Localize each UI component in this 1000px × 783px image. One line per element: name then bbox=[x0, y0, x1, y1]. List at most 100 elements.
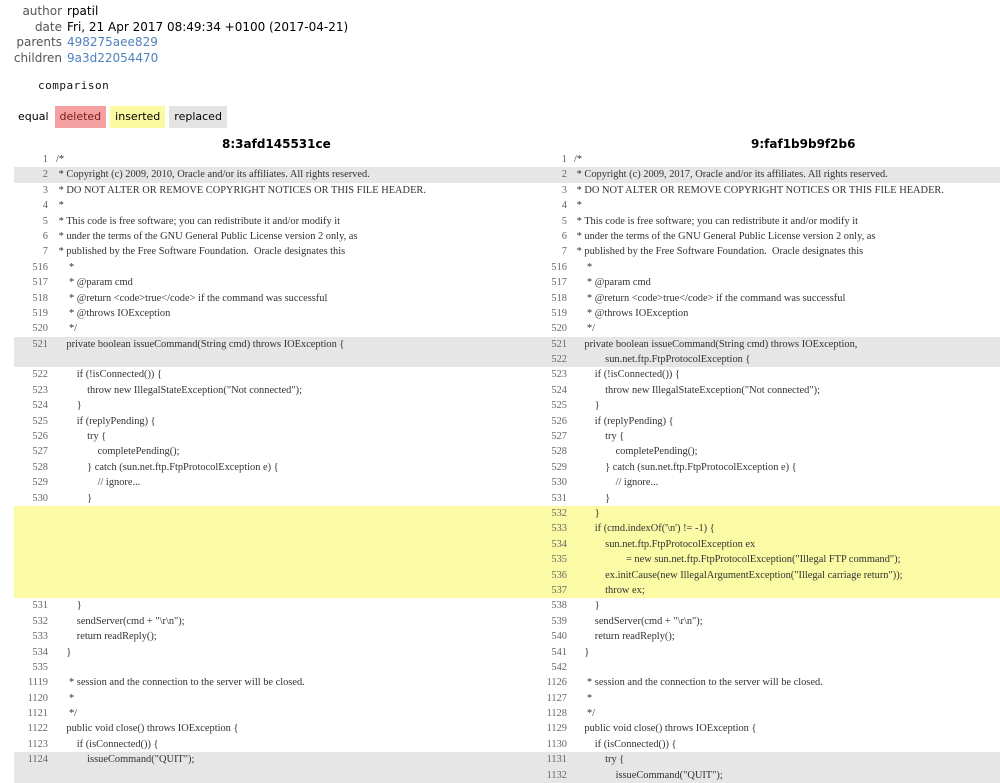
right-code-line: * session and the connection to the serv… bbox=[574, 677, 823, 689]
right-code-line: completePending(); bbox=[574, 446, 698, 458]
right-code-line: * bbox=[574, 692, 593, 704]
diff-row-equal: 516 * 516 * bbox=[14, 260, 1000, 275]
right-line-number: 521 bbox=[551, 338, 567, 350]
right-line-number: 538 bbox=[551, 600, 567, 612]
right-code-line: } bbox=[574, 400, 600, 412]
left-code-line: * DO NOT ALTER OR REMOVE COPYRIGHT NOTIC… bbox=[56, 184, 426, 196]
left-line-number: 5 bbox=[42, 215, 48, 227]
right-code-line: * under the terms of the GNU General Pub… bbox=[574, 230, 876, 242]
diff-row-equal: 519 * @throws IOException 519 * @throws I… bbox=[14, 306, 1000, 321]
child-changeset-link[interactable]: 9a3d22054470 bbox=[67, 51, 158, 65]
left-line-number: 522 bbox=[32, 369, 48, 381]
diff-row-replaced: 2 * Copyright (c) 2009, 2010, Oracle and… bbox=[14, 167, 1000, 183]
right-line-number: 539 bbox=[551, 615, 567, 627]
parents-row: parents 498275aee829 bbox=[0, 35, 348, 51]
right-code-line: private boolean issueCommand(String cmd)… bbox=[574, 338, 858, 350]
left-line-number bbox=[14, 537, 48, 552]
right-line-number: 531 bbox=[551, 492, 567, 504]
left-code-line: } bbox=[56, 600, 82, 612]
diff-row-replaced: 1132 issueCommand("QUIT"); bbox=[14, 767, 1000, 783]
left-line-number bbox=[14, 521, 48, 536]
right-line-number: 526 bbox=[551, 415, 567, 427]
date-value: Fri, 21 Apr 2017 08:49:34 +0100 (2017-04… bbox=[67, 19, 349, 34]
parents-label: parents bbox=[16, 35, 62, 49]
left-code-line bbox=[56, 506, 546, 521]
left-revision-header: 8:3afd145531ce bbox=[222, 137, 331, 151]
children-row: children 9a3d22054470 bbox=[0, 51, 348, 67]
right-line-number: 1132 bbox=[546, 769, 567, 781]
right-code-line: } catch (sun.net.ftp.FtpProtocolExceptio… bbox=[574, 461, 797, 473]
left-line-number: 524 bbox=[32, 400, 48, 412]
commit-metadata: author rpatil date Fri, 21 Apr 2017 08:49:… bbox=[0, 4, 348, 66]
right-code-line: /* bbox=[574, 154, 583, 165]
diff-row-inserted: 537 throw ex; bbox=[14, 582, 1000, 599]
left-code-line bbox=[56, 352, 546, 367]
right-line-number: 536 bbox=[551, 569, 567, 581]
left-code-line: /* bbox=[56, 154, 65, 165]
left-code-line: * This code is free software; you can re… bbox=[56, 215, 341, 227]
author-value: rpatil bbox=[67, 4, 99, 18]
left-line-number: 3 bbox=[42, 184, 48, 196]
diff-row-equal: 517 * @param cmd 517 * @param cmd bbox=[14, 275, 1000, 290]
left-line-number: 521 bbox=[32, 338, 48, 350]
diff-row-equal: 3 * DO NOT ALTER OR REMOVE COPYRIGHT NOT… bbox=[14, 183, 1000, 198]
left-code-line: issueCommand("QUIT"); bbox=[56, 754, 195, 766]
right-line-number: 1127 bbox=[546, 692, 567, 704]
right-line-number: 520 bbox=[551, 323, 567, 335]
right-line-number: 523 bbox=[551, 369, 567, 381]
diff-row-equal: 531 } 538 } bbox=[14, 598, 1000, 613]
left-line-number: 519 bbox=[32, 307, 48, 319]
right-line-number: 527 bbox=[551, 431, 567, 443]
left-line-number: 1122 bbox=[27, 723, 48, 735]
right-line-number: 1130 bbox=[546, 738, 567, 750]
left-code-line: try { bbox=[56, 431, 107, 443]
left-line-number: 520 bbox=[32, 323, 48, 335]
left-line-number: 6 bbox=[42, 230, 48, 242]
left-code-line: * session and the connection to the serv… bbox=[56, 677, 305, 689]
diff-row-equal: 4 * 4 * bbox=[14, 198, 1000, 213]
diff-row-equal: 534 } 541 } bbox=[14, 645, 1000, 660]
diff-row-equal: 6 * under the terms of the GNU General P… bbox=[14, 229, 1000, 244]
diff-row-equal: 530 } 531 } bbox=[14, 491, 1000, 506]
left-code-line bbox=[56, 537, 546, 552]
right-code-line: try { bbox=[574, 431, 625, 443]
left-line-number: 530 bbox=[32, 492, 48, 504]
diff-row-equal: 522 if (!isConnected()) {523 if (!isConn… bbox=[14, 367, 1000, 382]
left-line-number: 535 bbox=[32, 661, 48, 673]
left-code-line: * bbox=[56, 200, 64, 212]
right-code-line: public void close() throws IOException { bbox=[574, 723, 757, 735]
right-code-line: try { bbox=[574, 754, 625, 766]
diff-row-equal: 527 completePending(); 528 completePendin… bbox=[14, 444, 1000, 459]
left-line-number: 526 bbox=[32, 431, 48, 443]
right-line-number: 533 bbox=[551, 523, 567, 535]
left-code-line: // ignore... bbox=[56, 477, 141, 489]
right-line-number: 540 bbox=[551, 631, 567, 643]
left-line-number: 523 bbox=[32, 384, 48, 396]
right-code-line: * Copyright (c) 2009, 2017, Oracle and/o… bbox=[574, 169, 888, 181]
legend-equal: equal bbox=[18, 110, 49, 123]
right-code-line: } bbox=[574, 600, 600, 612]
diff-row-equal: 525 if (replyPending) {526 if (replyPend… bbox=[14, 414, 1000, 429]
legend-deleted: deleted bbox=[54, 106, 107, 128]
left-code-line: * bbox=[56, 261, 75, 273]
left-line-number: 1121 bbox=[27, 708, 48, 720]
left-line-number: 525 bbox=[32, 415, 48, 427]
left-code-line: * under the terms of the GNU General Pub… bbox=[56, 230, 358, 242]
legend-replaced: replaced bbox=[169, 106, 227, 128]
diff-row-equal: 528 } catch (sun.net.ftp.FtpProtocolExce… bbox=[14, 460, 1000, 475]
left-code-line: if (!isConnected()) { bbox=[56, 369, 162, 381]
right-code-line: } bbox=[574, 507, 600, 519]
right-code-line: issueCommand("QUIT"); bbox=[574, 769, 723, 781]
left-code-line bbox=[56, 768, 546, 783]
diff-row-equal: 1120 * 1127 * bbox=[14, 691, 1000, 706]
right-line-number: 1 bbox=[561, 154, 567, 165]
author-label: author bbox=[22, 4, 62, 18]
diff-row-equal: 7 * published by the Free Software Found… bbox=[14, 244, 1000, 259]
diff-row-equal: 532 sendServer(cmd + "\r\n"); 539 sendSer… bbox=[14, 614, 1000, 629]
left-line-number: 1120 bbox=[27, 692, 48, 704]
right-line-number: 517 bbox=[551, 277, 567, 289]
right-line-number: 529 bbox=[551, 461, 567, 473]
parent-changeset-link[interactable]: 498275aee829 bbox=[67, 35, 158, 49]
left-line-number: 527 bbox=[32, 446, 48, 458]
author-row: author rpatil bbox=[0, 4, 348, 20]
